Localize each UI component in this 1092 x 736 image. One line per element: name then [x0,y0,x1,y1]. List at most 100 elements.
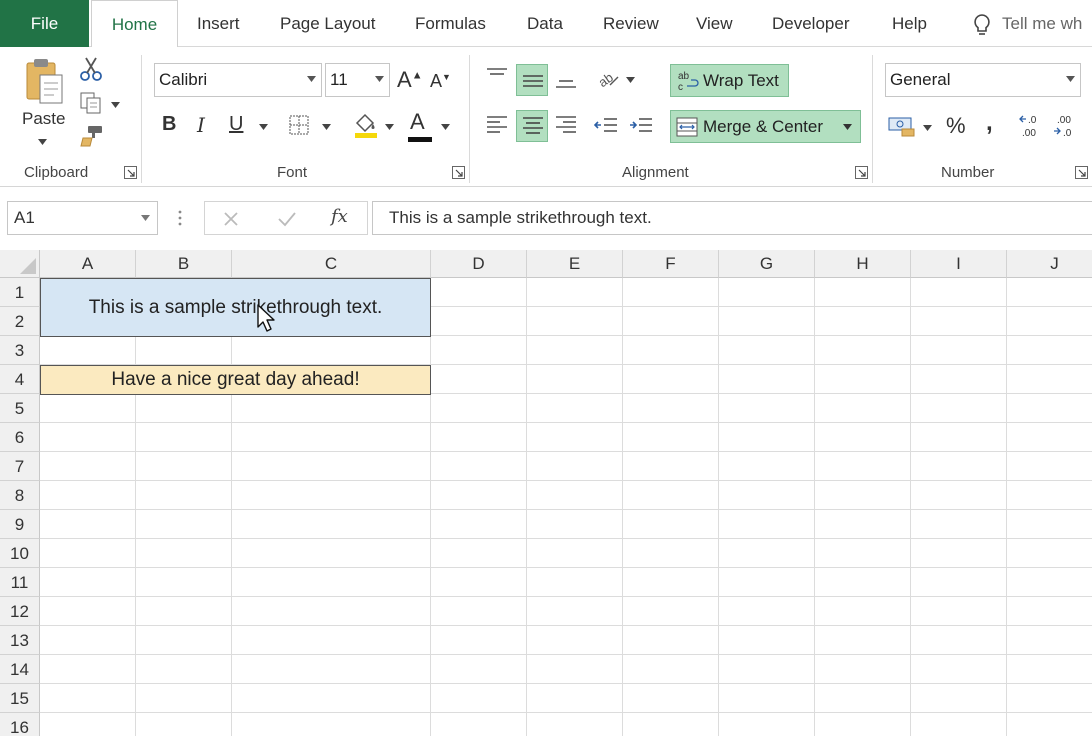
increase-indent-icon[interactable] [629,115,653,135]
currency-icon[interactable] [888,115,916,137]
row-gridline [40,683,1092,684]
align-left-icon[interactable] [486,115,508,135]
number-format-select[interactable]: General [885,63,1081,97]
center-align-button[interactable] [516,110,548,142]
bottom-align-icon[interactable] [555,73,577,93]
column-header-g[interactable]: G [719,250,815,278]
chevron-down-icon [1066,76,1075,82]
column-gridline [526,278,527,736]
merge-center-button[interactable]: Merge & Center [670,110,861,143]
formula-input[interactable]: This is a sample strikethrough text. [372,201,1092,235]
column-header-j[interactable]: J [1007,250,1092,278]
middle-align-button[interactable] [516,64,548,96]
column-header-h[interactable]: H [815,250,911,278]
tab-file[interactable]: File [0,0,89,47]
row-header-16[interactable]: 16 [0,713,40,736]
cancel-icon[interactable] [223,211,239,227]
paste-icon[interactable] [24,57,66,107]
row-header-2[interactable]: 2 [0,307,40,336]
percent-button[interactable]: % [946,113,966,139]
align-right-icon[interactable] [555,115,577,135]
format-painter-icon[interactable] [80,125,104,147]
tab-data[interactable]: Data [527,0,563,47]
tab-page-layout[interactable]: Page Layout [280,0,375,47]
confirm-icon[interactable] [277,211,297,227]
copy-dropdown-icon[interactable] [111,102,120,108]
decrease-decimal-icon[interactable]: .00.0 [1053,113,1079,139]
svg-text:c: c [678,82,683,92]
row-header-3[interactable]: 3 [0,336,40,365]
row-header-9[interactable]: 9 [0,510,40,539]
grow-font-button[interactable]: A▲ [397,67,423,93]
tell-me-search[interactable]: Tell me wh [972,0,1082,47]
row-header-7[interactable]: 7 [0,452,40,481]
fill-color-icon[interactable] [353,111,379,139]
borders-icon[interactable] [289,115,309,135]
column-gridline [231,278,232,736]
column-header-e[interactable]: E [527,250,623,278]
tab-view[interactable]: View [696,0,733,47]
wrap-text-button[interactable]: ab c Wrap Text [670,64,789,97]
decrease-indent-icon[interactable] [594,115,618,135]
row-header-10[interactable]: 10 [0,539,40,568]
font-name-select[interactable]: Calibri [154,63,322,97]
row-header-5[interactable]: 5 [0,394,40,423]
font-color-button[interactable]: A [408,109,432,142]
row-header-4[interactable]: 4 [0,365,40,394]
bold-button[interactable]: B [162,113,176,136]
tell-me-label: Tell me wh [1002,14,1083,33]
tab-review[interactable]: Review [603,0,659,47]
select-all-corner[interactable] [0,250,40,278]
comma-style-button[interactable]: , [986,109,993,137]
font-size-select[interactable]: 11 [325,63,390,97]
tab-developer[interactable]: Developer [772,0,850,47]
clipboard-group-label: Clipboard [24,164,89,181]
column-header-i[interactable]: I [911,250,1007,278]
orientation-dropdown-icon[interactable] [626,77,635,83]
tab-formulas[interactable]: Formulas [415,0,486,47]
worksheet-grid[interactable]: ABCDEFGHIJ 1 2 3 4 5 6 7 8 9 10 11 12 13 14 15 16 This … [0,250,1092,736]
name-box[interactable]: A1 [7,201,158,235]
orientation-icon[interactable]: ab [596,67,620,89]
font-color-dropdown-icon[interactable] [441,124,450,130]
underline-button[interactable]: U [229,113,243,136]
paste-dropdown-icon[interactable] [38,139,47,145]
alignment-dialog-launcher-icon[interactable] [855,166,868,179]
row-header-14[interactable]: 14 [0,655,40,684]
column-header-c[interactable]: C [232,250,431,278]
row-header-15[interactable]: 15 [0,684,40,713]
borders-dropdown-icon[interactable] [322,124,331,130]
row-header-6[interactable]: 6 [0,423,40,452]
column-header-d[interactable]: D [431,250,527,278]
shrink-font-button[interactable]: A▼ [430,71,451,92]
paste-button[interactable]: Paste [22,109,65,129]
row-header-11[interactable]: 11 [0,568,40,597]
tab-help[interactable]: Help [892,0,927,47]
column-header-a[interactable]: A [40,250,136,278]
row-gridline [40,712,1092,713]
currency-dropdown-icon[interactable] [923,125,932,131]
row-header-13[interactable]: 13 [0,626,40,655]
row-header-12[interactable]: 12 [0,597,40,626]
scissors-icon[interactable] [80,57,102,81]
row-header-8[interactable]: 8 [0,481,40,510]
tab-insert[interactable]: Insert [197,0,240,47]
tab-home[interactable]: Home [91,0,178,48]
insert-function-button[interactable]: fx [331,206,348,227]
cell-a4-merged[interactable]: Have a nice great day ahead! [40,365,431,395]
column-header-b[interactable]: B [136,250,232,278]
row-header-1[interactable]: 1 [0,278,40,307]
lightbulb-icon [974,13,990,35]
underline-dropdown-icon[interactable] [259,124,268,130]
clipboard-dialog-launcher-icon[interactable] [124,166,137,179]
increase-decimal-icon[interactable]: .0.00 [1019,113,1045,139]
copy-icon[interactable] [80,92,102,114]
cell-a1-merged[interactable]: This is a sample strikethrough text. [40,278,431,337]
fill-color-dropdown-icon[interactable] [385,124,394,130]
column-header-f[interactable]: F [623,250,719,278]
merge-dropdown-icon[interactable] [843,124,852,130]
number-dialog-launcher-icon[interactable] [1075,166,1088,179]
italic-button[interactable]: I [197,113,205,137]
top-align-icon[interactable] [486,67,508,87]
font-dialog-launcher-icon[interactable] [452,166,465,179]
